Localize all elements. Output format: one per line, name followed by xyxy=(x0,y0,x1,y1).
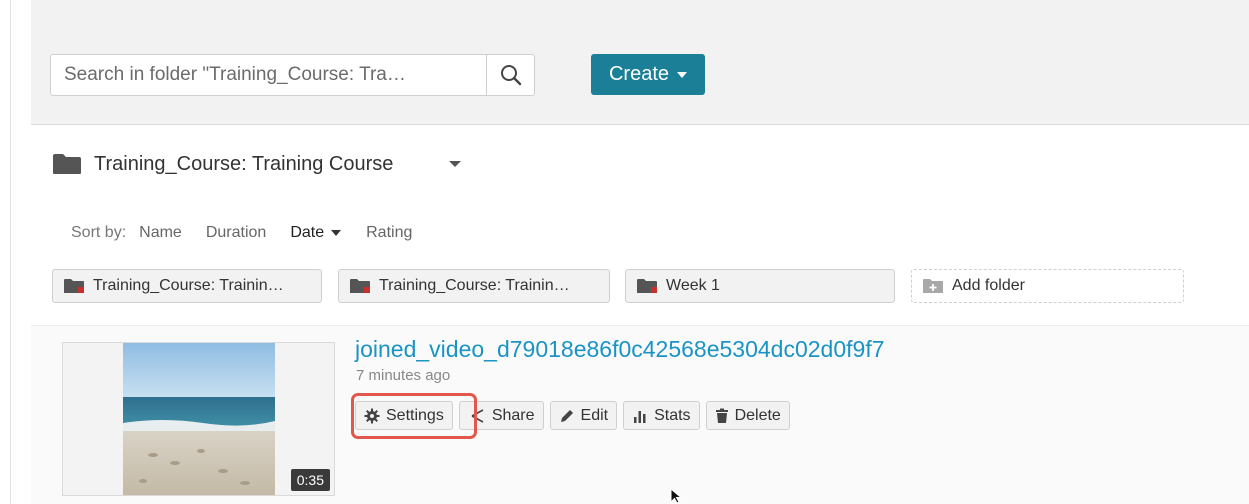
subfolder-item[interactable]: Training_Course: Trainin… xyxy=(52,269,322,303)
sort-option-rating[interactable]: Rating xyxy=(366,224,412,242)
edit-label: Edit xyxy=(580,406,609,424)
gear-icon xyxy=(364,408,380,423)
sort-option-date-label: Date xyxy=(290,224,325,241)
sort-descending-icon xyxy=(331,230,342,236)
media-entry: 0:35 joined_video_d79018e86f0c42568e5304… xyxy=(31,325,1249,504)
video-title-link[interactable]: joined_video_d79018e86f0c42568e5304dc02d… xyxy=(355,336,885,363)
search-box xyxy=(50,54,535,96)
settings-button[interactable]: Settings xyxy=(355,401,453,430)
folder-dropdown-icon[interactable] xyxy=(449,161,462,167)
folder-icon xyxy=(64,279,84,293)
settings-label: Settings xyxy=(386,406,444,424)
edit-button[interactable]: Edit xyxy=(549,401,618,430)
folder-icon xyxy=(350,279,370,293)
delete-label: Delete xyxy=(734,406,781,424)
left-border xyxy=(10,0,11,504)
subfolder-item[interactable]: Training_Course: Trainin… xyxy=(338,269,610,303)
share-icon xyxy=(471,408,484,423)
subfolder-label: Week 1 xyxy=(666,277,720,294)
page-title: Training_Course: Training Course xyxy=(94,152,394,175)
add-folder-label: Add folder xyxy=(952,277,1025,294)
video-thumbnail[interactable]: 0:35 xyxy=(62,342,335,496)
sort-option-duration[interactable]: Duration xyxy=(206,224,266,242)
add-folder-icon xyxy=(923,279,943,293)
subfolder-label: Training_Course: Trainin… xyxy=(379,277,570,294)
sort-label: Sort by: xyxy=(71,224,127,241)
pencil-icon xyxy=(560,409,573,422)
video-timestamp: 7 minutes ago xyxy=(356,367,451,384)
add-folder-button[interactable]: Add folder xyxy=(911,269,1184,303)
mouse-cursor-icon xyxy=(670,488,682,504)
search-input[interactable] xyxy=(51,55,486,95)
chevron-down-icon xyxy=(677,71,688,78)
sort-option-name[interactable]: Name xyxy=(139,224,182,242)
top-toolbar: Create xyxy=(31,0,1249,125)
search-button[interactable] xyxy=(486,55,534,95)
delete-button[interactable]: Delete xyxy=(705,401,790,430)
create-button[interactable]: Create xyxy=(591,54,705,95)
trash-icon xyxy=(715,408,728,423)
folder-icon xyxy=(53,154,81,174)
sort-bar: Sort by: Name Duration Date Rating xyxy=(71,222,436,244)
search-icon xyxy=(500,65,521,86)
bar-chart-icon xyxy=(634,410,646,423)
create-button-label: Create xyxy=(608,63,670,85)
subfolder-item[interactable]: Week 1 xyxy=(625,269,895,303)
share-button[interactable]: Share xyxy=(458,401,544,430)
share-label: Share xyxy=(491,406,535,424)
stats-label: Stats xyxy=(654,406,691,424)
entry-actions: Settings Share Edit Stats Delete xyxy=(355,401,790,430)
folder-header: Training_Course: Training Course xyxy=(52,150,462,178)
folder-icon xyxy=(637,279,657,293)
sort-option-date[interactable]: Date xyxy=(290,224,342,242)
subfolder-label: Training_Course: Trainin… xyxy=(93,277,284,294)
thumbnail-image xyxy=(123,343,275,495)
duration-badge: 0:35 xyxy=(290,469,330,491)
stats-button[interactable]: Stats xyxy=(623,401,700,430)
